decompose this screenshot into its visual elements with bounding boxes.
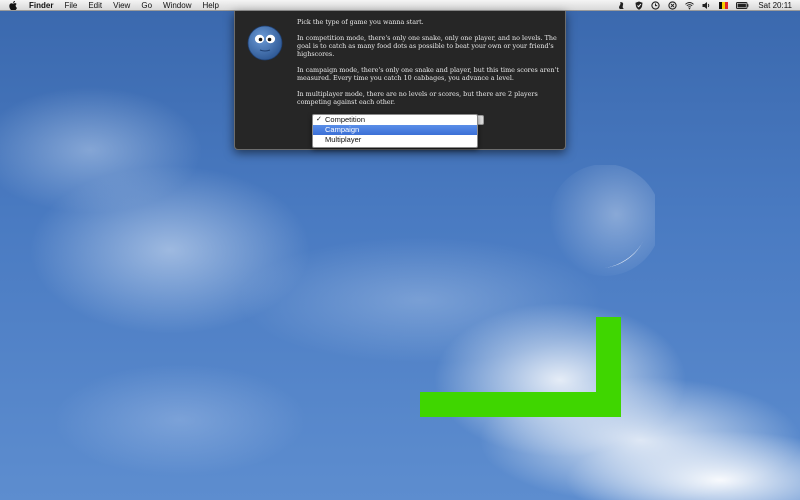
menu-window[interactable]: Window [163,0,191,11]
snake-face-icon [247,25,283,61]
campaign-description: In campaign mode, there's only one snake… [297,66,559,83]
crescent-moon [549,165,655,276]
popup-button-edge[interactable] [478,115,484,125]
option-competition[interactable]: ✓ Competition [313,115,477,125]
sync-icon[interactable] [651,0,660,10]
game-mode-dialog: Pick the type of game you wanna start. I… [234,11,566,150]
volume-icon[interactable] [702,1,711,10]
menu-go[interactable]: Go [141,0,152,11]
option-multiplayer[interactable]: Multiplayer [313,135,477,145]
menu-help[interactable]: Help [202,0,218,11]
option-campaign[interactable]: Campaign [313,125,477,135]
flag-icon[interactable] [719,1,729,10]
option-label: Campaign [325,125,360,134]
menu-file[interactable]: File [64,0,77,11]
shield-icon[interactable] [634,1,643,10]
checkmark-icon: ✓ [316,116,322,123]
competition-description: In competition mode, there's only one sn… [297,33,557,59]
menu-clock[interactable]: Sat 20:11 [758,1,792,10]
wifi-icon[interactable] [685,1,695,10]
snake-body-horizontal [420,392,621,417]
menu-bar: Finder File Edit View Go Window Help Sat… [0,0,800,11]
snake [420,317,621,417]
option-label: Multiplayer [325,135,362,144]
menu-finder[interactable]: Finder [29,0,53,11]
script-icon[interactable] [617,1,626,10]
option-label: Competition [325,115,366,124]
apple-icon[interactable] [9,0,19,10]
game-mode-menu[interactable]: ✓ Competition Campaign Multiplayer [312,114,478,148]
menu-view[interactable]: View [113,0,130,11]
multiplayer-description: In multiplayer mode, there are no levels… [297,90,538,107]
time-machine-icon[interactable] [668,0,677,10]
status-area: Sat 20:11 [609,0,800,11]
dialog-message: Pick the type of game you wanna start. I… [297,18,559,114]
battery-icon[interactable] [736,1,749,10]
dialog-prompt: Pick the type of game you wanna start. [297,18,424,26]
menu-edit[interactable]: Edit [88,0,102,11]
